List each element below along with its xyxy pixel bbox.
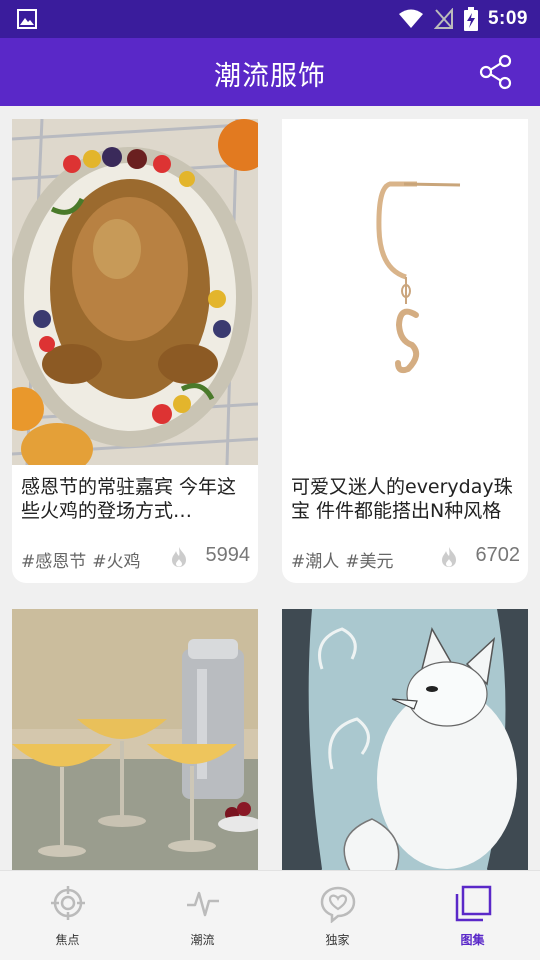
nav-item-focus[interactable]: 焦点 [0,871,135,960]
article-feed[interactable]: 感恩节的常驻嘉宾 今年这些火鸡的登场方式… #感恩节 #火鸡 5994 可爱又迷… [0,106,540,870]
battery-charging-icon [463,7,478,31]
tag[interactable]: #潮人 [291,552,339,572]
status-time: 5:09 [487,8,528,29]
gallery-stack-icon [455,885,491,922]
cocktails-image [12,609,258,870]
fire-icon [442,547,456,567]
article-card[interactable] [282,609,528,870]
nav-label: 潮流 [190,933,215,947]
view-count: 5994 [205,544,251,566]
article-card[interactable] [12,609,258,870]
article-meta: #潮人 #美元 6702 [282,531,528,583]
status-bar: 5:09 [0,0,540,38]
nav-label: 图集 [460,933,485,947]
tag[interactable]: #火鸡 [92,552,140,572]
nav-item-trend[interactable]: 潮流 [135,871,270,960]
article-image[interactable] [282,119,528,465]
article-caption: 感恩节的常驻嘉宾 今年这些火鸡的登场方式… [21,476,237,522]
fox-illustration-image [282,609,528,870]
tag-list: #感恩节 #火鸡 [21,547,147,572]
article-caption: 可爱又迷人的everyday珠宝 件件都能搭出N种风格 [291,476,513,522]
page-title: 潮流服饰 [214,61,326,92]
turkey-platter-image [12,119,258,465]
status-right: 5:09 [398,6,528,32]
share-icon[interactable] [478,54,514,90]
target-icon [50,886,85,920]
article-image[interactable] [12,609,258,870]
earring-image [282,119,528,465]
no-signal-icon [433,8,453,29]
bottom-nav: 焦点 潮流 独家 图集 [0,870,540,960]
heart-chat-icon [320,886,355,923]
tag[interactable]: #感恩节 [21,552,86,572]
article-image[interactable] [282,609,528,870]
nav-label: 焦点 [55,933,80,947]
tag[interactable]: #美元 [345,552,393,572]
app-bar: 潮流服饰 [0,38,540,106]
view-count: 6702 [475,544,521,566]
pulse-icon [186,891,219,917]
image-notification-icon [17,9,37,29]
nav-item-gallery[interactable]: 图集 [405,871,540,960]
nav-label: 独家 [325,933,350,947]
article-card[interactable]: 可爱又迷人的everyday珠宝 件件都能搭出N种风格 #潮人 #美元 6702 [282,119,528,583]
fire-icon [172,547,186,567]
article-card[interactable]: 感恩节的常驻嘉宾 今年这些火鸡的登场方式… #感恩节 #火鸡 5994 [12,119,258,583]
wifi-icon [398,9,423,28]
tag-list: #潮人 #美元 [291,547,400,572]
article-image[interactable] [12,119,258,465]
nav-item-exclusive[interactable]: 独家 [270,871,405,960]
article-meta: #感恩节 #火鸡 5994 [12,531,258,583]
